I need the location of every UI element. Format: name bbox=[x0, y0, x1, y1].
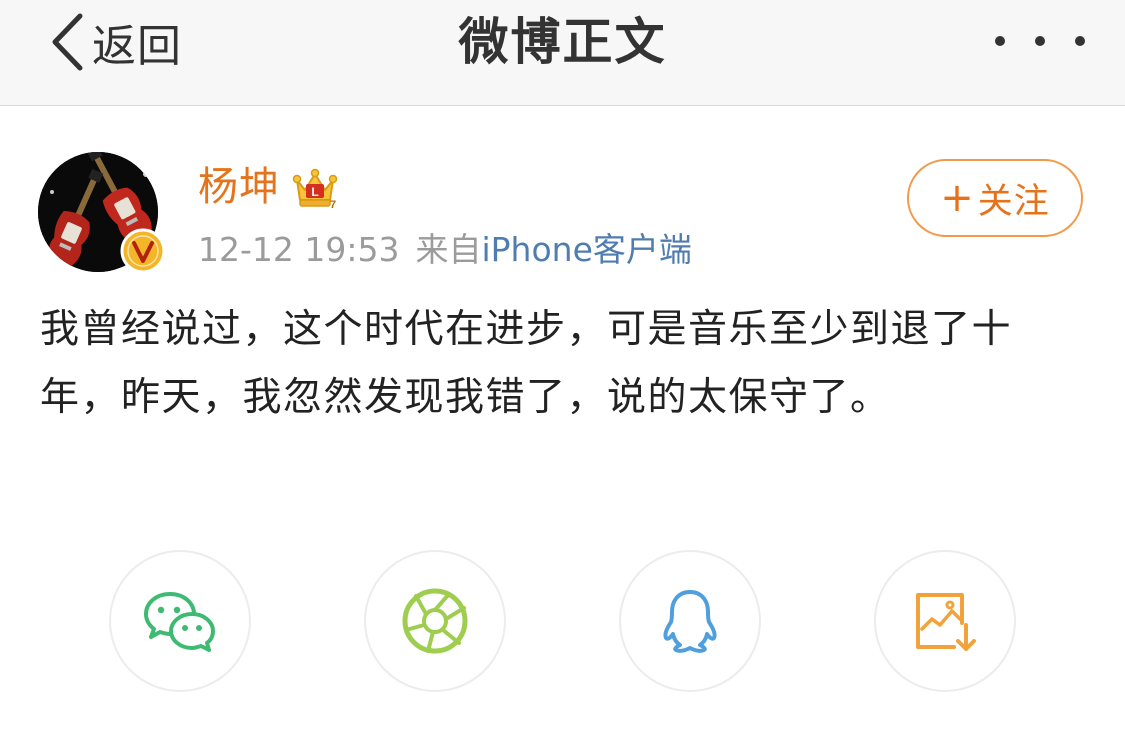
svg-text:7: 7 bbox=[330, 199, 336, 210]
verified-badge-icon bbox=[120, 228, 166, 274]
more-dot-icon bbox=[1035, 36, 1045, 46]
post-body-text: 我曾经说过，这个时代在进步，可是音乐至少到退了十年，昨天，我忽然发现我错了，说的… bbox=[40, 307, 1013, 420]
crown-icon: L 7 bbox=[292, 168, 338, 210]
share-wechat-button[interactable] bbox=[109, 550, 251, 692]
more-options-button[interactable] bbox=[995, 26, 1085, 56]
more-dot-icon bbox=[1075, 36, 1085, 46]
user-name[interactable]: 杨坤 bbox=[198, 160, 280, 214]
share-moments-button[interactable] bbox=[364, 550, 506, 692]
source-link[interactable]: iPhone客户端 bbox=[481, 230, 691, 269]
plus-icon: + bbox=[940, 175, 974, 221]
page-title: 微博正文 bbox=[458, 13, 667, 71]
more-dot-icon bbox=[995, 36, 1005, 46]
qq-icon bbox=[663, 590, 717, 653]
svg-text:L: L bbox=[311, 185, 318, 199]
wechat-icon bbox=[144, 592, 215, 652]
source-prefix: 来自 bbox=[415, 230, 482, 269]
post-timestamp: 12-12 19:53 bbox=[198, 230, 400, 269]
save-image-icon bbox=[916, 593, 976, 651]
save-image-button[interactable] bbox=[874, 550, 1016, 692]
follow-button[interactable]: + 关注 bbox=[907, 159, 1083, 237]
follow-label: 关注 bbox=[977, 181, 1050, 222]
moments-icon bbox=[402, 588, 468, 654]
share-qq-button[interactable] bbox=[619, 550, 761, 692]
post-meta: 12-12 19:53 来自iPhone客户端 bbox=[198, 228, 692, 272]
nav-bar: 返回 微博正文 bbox=[0, 0, 1125, 106]
